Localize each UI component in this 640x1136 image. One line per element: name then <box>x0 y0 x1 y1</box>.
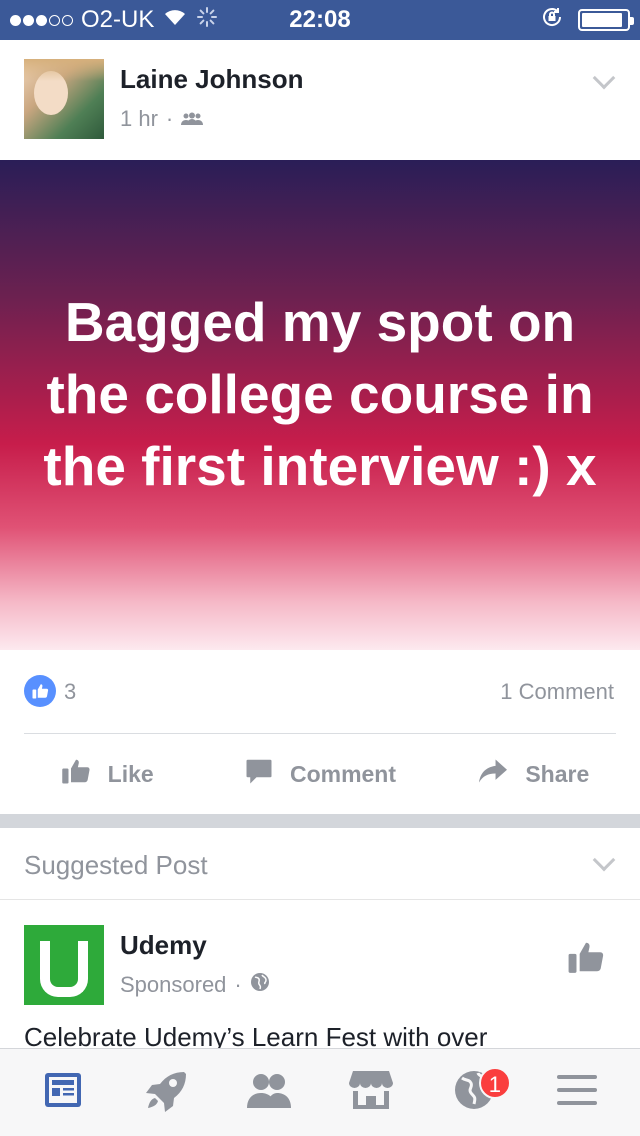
globe-icon <box>250 972 270 998</box>
like-button[interactable]: Like <box>0 734 213 814</box>
notification-badge: 1 <box>478 1066 511 1099</box>
status-bar: O2-UK 22:08 <box>0 0 640 40</box>
tab-notifications[interactable]: 1 <box>439 1063 511 1123</box>
tab-marketplace[interactable] <box>336 1063 406 1123</box>
post-timestamp[interactable]: 1 hr <box>120 106 158 132</box>
rotation-lock-icon <box>540 5 564 36</box>
like-label: Like <box>107 760 154 787</box>
news-feed-icon <box>43 1071 83 1114</box>
author-avatar[interactable] <box>24 59 104 139</box>
post-meta: 1 hr · <box>120 106 204 132</box>
comment-button[interactable]: Comment <box>213 734 426 814</box>
ad-meta: Sponsored · <box>120 972 270 998</box>
suggested-options-chevron-icon[interactable] <box>592 848 616 872</box>
tab-news-feed[interactable] <box>28 1063 98 1123</box>
comment-bubble-icon <box>244 756 274 792</box>
meta-separator: · <box>234 972 242 997</box>
feed-separator <box>0 814 640 828</box>
reaction-count[interactable]: 3 <box>64 679 76 705</box>
rocket-icon <box>144 1068 188 1117</box>
page-like-button[interactable] <box>566 938 606 981</box>
tab-friends[interactable] <box>234 1063 304 1123</box>
post-actions: Like Comment Share <box>0 734 640 814</box>
tab-bar: 1 <box>0 1048 640 1136</box>
post-options-chevron-icon[interactable] <box>592 66 616 90</box>
suggested-post-label: Suggested Post <box>24 850 208 880</box>
reactions-summary: 3 1 Comment <box>0 650 640 732</box>
marketplace-icon <box>349 1069 394 1116</box>
friends-audience-icon <box>181 106 204 132</box>
udemy-logo[interactable] <box>24 925 104 1005</box>
meta-separator: · <box>165 106 174 131</box>
post-text-background: Bagged my spot on the college course in … <box>0 160 640 650</box>
author-name[interactable]: Laine Johnson <box>120 64 303 95</box>
ad-header: Udemy Sponsored · <box>0 900 640 1020</box>
share-arrow-icon <box>477 757 509 791</box>
tab-menu[interactable] <box>542 1063 612 1123</box>
sponsored-label[interactable]: Sponsored <box>120 972 226 998</box>
comment-count[interactable]: 1 Comment <box>500 679 614 705</box>
suggested-post-header: Suggested Post <box>0 828 640 900</box>
like-reaction-icon[interactable] <box>24 675 56 707</box>
thumbs-up-icon <box>60 756 92 792</box>
share-label: Share <box>525 760 590 787</box>
advertiser-name[interactable]: Udemy <box>120 930 207 961</box>
post-header: Laine Johnson 1 hr · <box>0 40 640 160</box>
ad-text: Celebrate Udemy’s Learn Fest with over <box>24 1022 488 1048</box>
post-text: Bagged my spot on the college course in … <box>43 291 597 497</box>
tab-explore[interactable] <box>131 1063 201 1123</box>
share-button[interactable]: Share <box>427 734 640 814</box>
comment-label: Comment <box>289 760 397 787</box>
menu-icon <box>556 1073 597 1112</box>
battery-icon <box>578 9 634 31</box>
friends-icon <box>246 1071 292 1114</box>
